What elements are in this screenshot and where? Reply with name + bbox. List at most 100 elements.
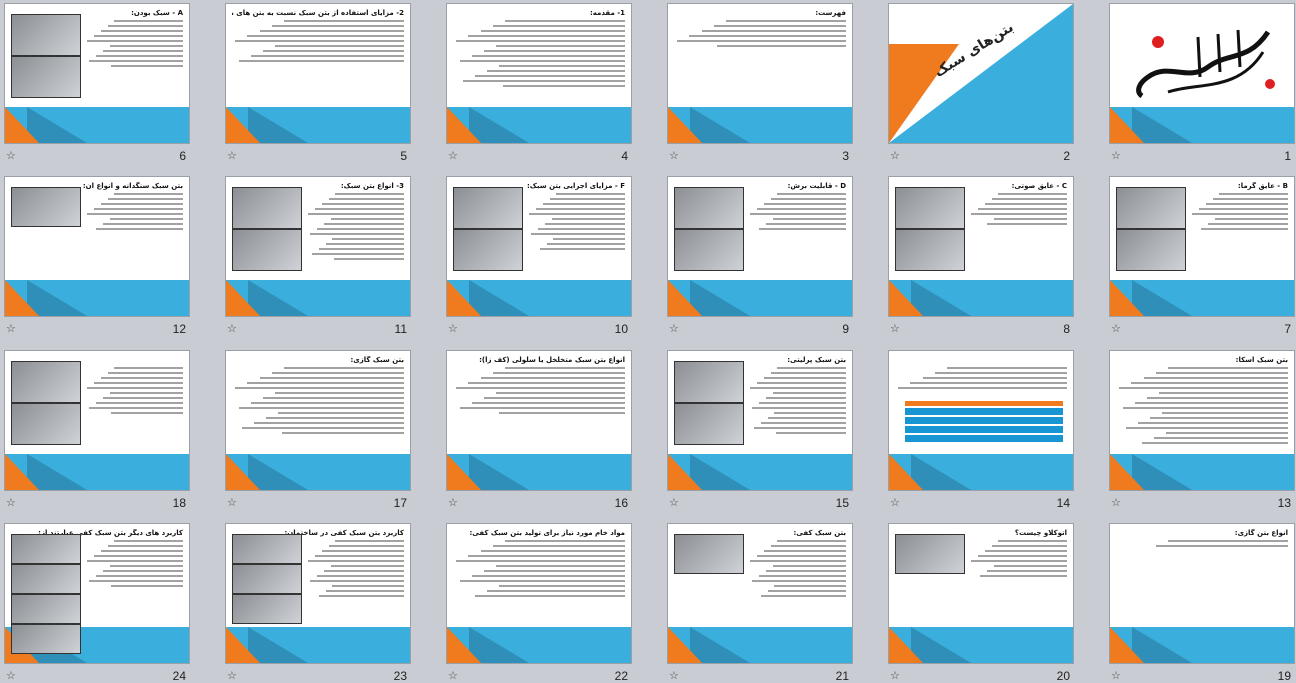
- text-line: [1146, 397, 1288, 399]
- text-line: [480, 30, 625, 32]
- slide-preview[interactable]: اتوکلاو چیست؟: [888, 523, 1074, 664]
- text-line: [496, 565, 625, 567]
- bismillah-calligraphy-icon: [1136, 29, 1275, 99]
- slide-preview[interactable]: کاربرد های دیگر بتن سبک کفی عبارتند از:: [4, 523, 190, 664]
- animation-star-icon[interactable]: ☆: [1111, 149, 1121, 162]
- slide-preview[interactable]: [4, 350, 190, 491]
- body-text-lines: [527, 193, 625, 253]
- text-line: [777, 367, 846, 369]
- animation-star-icon[interactable]: ☆: [890, 669, 900, 682]
- text-line: [749, 560, 846, 562]
- animation-star-icon[interactable]: ☆: [227, 669, 237, 682]
- animation-star-icon[interactable]: ☆: [669, 496, 679, 509]
- slide-preview[interactable]: بتن‌های سبک: [888, 3, 1074, 144]
- animation-star-icon[interactable]: ☆: [1111, 496, 1121, 509]
- photo-image: [11, 594, 81, 624]
- slide-title: انواع بتن سبک متخلخل یا سلولی (کف زا):: [479, 356, 625, 364]
- slide-preview[interactable]: بتن سبک گازی:: [225, 350, 411, 491]
- text-line: [553, 238, 625, 240]
- text-line: [539, 248, 625, 250]
- animation-star-icon[interactable]: ☆: [669, 322, 679, 335]
- animation-star-icon[interactable]: ☆: [1111, 322, 1121, 335]
- text-line: [751, 580, 846, 582]
- text-line: [701, 30, 846, 32]
- animation-star-icon[interactable]: ☆: [669, 149, 679, 162]
- animation-star-icon[interactable]: ☆: [890, 496, 900, 509]
- text-line: [100, 203, 183, 205]
- slide-preview[interactable]: [888, 350, 1074, 491]
- animation-star-icon[interactable]: ☆: [890, 149, 900, 162]
- slide-preview[interactable]: 1- مقدمه:: [446, 3, 632, 144]
- slide-preview[interactable]: کاربرد بتن سبک کفی در ساختمان:: [225, 523, 411, 664]
- animation-star-icon[interactable]: ☆: [227, 322, 237, 335]
- slide-preview[interactable]: بتن سبک پرلیتی:: [667, 350, 853, 491]
- text-line: [765, 223, 846, 225]
- animation-star-icon[interactable]: ☆: [890, 322, 900, 335]
- slide-preview[interactable]: B - عایق گرما:: [1109, 176, 1295, 317]
- text-line: [483, 50, 625, 52]
- text-line: [1122, 407, 1288, 409]
- text-line: [1155, 545, 1288, 547]
- slide-preview[interactable]: C - عایق صوتی:: [888, 176, 1074, 317]
- slide-preview[interactable]: مواد خام مورد نیاز برای تولید بتن سبک کف…: [446, 523, 632, 664]
- photo-image: [11, 534, 81, 564]
- text-line: [984, 550, 1067, 552]
- text-line: [1143, 377, 1288, 379]
- slide-preview[interactable]: 3- انواع بتن سبک:: [225, 176, 411, 317]
- slide-title: فهرست:: [815, 9, 846, 17]
- text-line: [247, 382, 404, 384]
- text-line: [993, 218, 1067, 220]
- body-text-lines: [453, 540, 625, 600]
- animation-star-icon[interactable]: ☆: [6, 322, 16, 335]
- text-line: [111, 412, 183, 414]
- slide-preview[interactable]: A - سبک بودن:: [4, 3, 190, 144]
- animation-star-icon[interactable]: ☆: [448, 149, 458, 162]
- photo-image: [232, 564, 302, 594]
- text-line: [107, 198, 183, 200]
- animation-star-icon[interactable]: ☆: [669, 669, 679, 682]
- animation-star-icon[interactable]: ☆: [448, 322, 458, 335]
- text-line: [88, 580, 183, 582]
- text-line: [689, 35, 846, 37]
- text-line: [100, 377, 183, 379]
- body-text-lines: [85, 193, 183, 233]
- text-line: [753, 427, 846, 429]
- animation-star-icon[interactable]: ☆: [6, 149, 16, 162]
- text-line: [107, 372, 183, 374]
- text-line: [1167, 540, 1288, 542]
- slide-preview[interactable]: انواع بتن سبک متخلخل یا سلولی (کف زا):: [446, 350, 632, 491]
- slide-preview[interactable]: D - قابلیت برش:: [667, 176, 853, 317]
- text-line: [765, 570, 846, 572]
- slide-preview[interactable]: بتن سبک اسکا:: [1109, 350, 1295, 491]
- animation-star-icon[interactable]: ☆: [448, 496, 458, 509]
- slide-preview[interactable]: F - مزایای اجرایی بتن سبک:: [446, 176, 632, 317]
- text-line: [459, 60, 625, 62]
- slide-title: انواع بتن گازی:: [1234, 529, 1288, 537]
- animation-star-icon[interactable]: ☆: [227, 496, 237, 509]
- text-line: [492, 25, 625, 27]
- text-line: [487, 70, 625, 72]
- text-line: [238, 60, 404, 62]
- text-line: [758, 575, 846, 577]
- slide-preview[interactable]: بتن سبک کفی:: [667, 523, 853, 664]
- text-line: [93, 208, 183, 210]
- animation-star-icon[interactable]: ☆: [6, 496, 16, 509]
- text-line: [977, 555, 1067, 557]
- slide-preview[interactable]: بتن سبک سنگدانه و انواع آن:: [4, 176, 190, 317]
- text-line: [335, 193, 404, 195]
- text-line: [325, 590, 404, 592]
- text-line: [1119, 387, 1288, 389]
- slide-preview[interactable]: انواع بتن گازی:: [1109, 523, 1295, 664]
- animation-star-icon[interactable]: ☆: [227, 149, 237, 162]
- text-line: [102, 223, 183, 225]
- animation-star-icon[interactable]: ☆: [1111, 669, 1121, 682]
- slide-preview[interactable]: فهرست:: [667, 3, 853, 144]
- slide-preview[interactable]: 2- مزایای استفاده از بتن سبک نسبت به بتن…: [225, 3, 411, 144]
- text-line: [998, 540, 1067, 542]
- animation-star-icon[interactable]: ☆: [448, 669, 458, 682]
- animation-star-icon[interactable]: ☆: [6, 669, 16, 682]
- slide-preview[interactable]: [1109, 3, 1295, 144]
- text-line: [247, 35, 404, 37]
- footer-orange-triangle: [889, 454, 923, 490]
- text-line: [765, 397, 846, 399]
